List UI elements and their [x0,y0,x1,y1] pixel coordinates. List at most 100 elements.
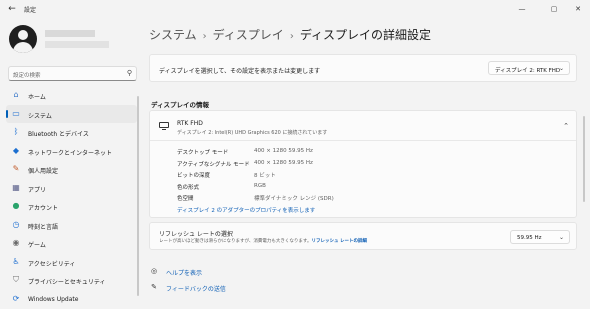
info-row: アクティブなシグナル モード 400 × 1280 59.95 Hz [177,160,557,172]
display-dropdown[interactable]: ディスプレイ 2: RTK FHD ⌄ [488,61,570,75]
info-row-value: 400 × 1280 59.95 Hz [254,159,313,166]
sidebar-nav: ⌂ ホーム ▭ システム ᛒ Bluetooth とデバイス ◆ ネットワークとインターネット… [6,86,137,308]
breadcrumb: システム › ディスプレイ › ディスプレイの詳細設定 [149,26,431,43]
avatar-body-shape [13,42,33,53]
info-row-key: ビットの深度 [177,173,211,179]
sidebar-item-0[interactable]: ⌂ ホーム [6,86,137,105]
home-icon: ⌂ [13,90,19,99]
breadcrumb-system[interactable]: システム [149,28,197,42]
sidebar-item-5[interactable]: ▦ アプリ [6,179,137,198]
display-select-label: ディスプレイを選択して、その設定を表示または変更します [159,68,321,75]
sidebar-item-label: システム [28,112,52,120]
sidebar-item-label: アカウント [28,205,59,212]
info-row-key: アクティブなシグナル モード [177,161,250,168]
sidebar-item-label: Bluetooth とデバイス [28,131,89,138]
sidebar-item-label: ネットワークとインターネット [28,149,113,157]
section-title: ディスプレイの情報 [151,101,210,109]
shield-icon: ⛉ [13,275,19,284]
feedback-icon: ✎ [151,283,157,291]
sidebar-item-label: ホーム [28,94,46,101]
page-title: ディスプレイの詳細設定 [299,28,431,42]
monitor-icon [159,122,169,130]
refresh-rate-value: 59.95 Hz [517,235,542,241]
accessibility-icon: ♿ [12,256,20,266]
sidebar-item-6[interactable]: ● アカウント [6,197,137,216]
info-row: ビットの深度 8 ビット [177,171,557,183]
sidebar-item-3[interactable]: ◆ ネットワークとインターネット [6,142,137,161]
sidebar-item-8[interactable]: ◉ ゲーム [6,234,137,253]
sidebar-item-10[interactable]: ⛉ プライバシーとセキュリティ [6,271,137,290]
wifi-icon: ◆ [12,145,20,155]
close-button[interactable]: ✕ [568,2,588,16]
get-help-label: ヘルプを表示 [166,270,203,277]
display-select-card: ディスプレイを選択して、その設定を表示または変更します ディスプレイ 2: RT… [149,54,577,82]
chevron-right-icon: › [202,31,207,42]
system-icon: ▭ [12,108,20,118]
info-row-key: デスクトップ モード [177,150,229,156]
display-info-header[interactable]: RTK FHD ディスプレイ 2: Intel(R) UHD Graphics … [150,111,576,141]
minimize-button[interactable]: — [512,2,532,16]
display-name: RTK FHD [177,120,203,127]
info-row-key: 色空間 [177,196,194,202]
sidebar-item-label: ゲーム [28,242,46,249]
update-icon: ⟳ [12,293,20,303]
sidebar-item-2[interactable]: ᛒ Bluetooth とデバイス [6,123,137,142]
breadcrumb-display[interactable]: ディスプレイ [213,28,284,42]
info-row: デスクトップ モード 400 × 1280 59.95 Hz [177,148,557,160]
help-icon: ◎ [150,267,158,275]
account-icon: ● [12,201,20,210]
sidebar-item-9[interactable]: ♿ アクセシビリティ [6,253,137,272]
profile-email-redacted [45,41,109,48]
display-info-card: RTK FHD ディスプレイ 2: Intel(R) UHD Graphics … [149,110,577,218]
sidebar-item-label: アプリ [28,186,47,194]
main-scrollbar[interactable] [583,116,585,202]
refresh-rate-dropdown[interactable]: 59.95 Hz ⌄ [510,230,570,244]
chevron-down-icon: ⌄ [558,234,564,241]
chevron-up-icon[interactable]: ⌃ [563,122,569,130]
refresh-rate-title: リフレッシュ レートの選択 [159,231,233,238]
sidebar-item-7[interactable]: ◷ 時刻と言語 [6,216,137,235]
sidebar-item-label: Windows Update [28,295,79,303]
sidebar-item-label: アクセシビリティ [28,260,76,268]
info-row-value: 標準ダイナミック レンジ (SDR) [254,196,334,202]
maximize-button[interactable]: ▢ [544,2,564,16]
display-dropdown-value: ディスプレイ 2: RTK FHD [495,68,561,74]
globe-clock-icon: ◷ [12,219,20,229]
title-bar: ← 設定 — ▢ ✕ [0,0,590,20]
sidebar-item-label: 時刻と言語 [28,223,59,231]
refresh-rate-description-text: レートが高いほど動きは滑らかになりますが、消費電力も大きくなります。 [159,239,312,244]
avatar-head-shape [18,30,28,40]
search-placeholder: 設定の検索 [13,73,41,79]
back-arrow-icon[interactable]: ← [6,3,18,15]
avatar[interactable] [9,25,37,53]
feedback-label: フィードバックの送信 [166,286,226,293]
refresh-rate-card: リフレッシュ レートの選択 レートが高いほど動きは滑らかになりますが、消費電力も… [149,222,577,250]
gamepad-icon: ◉ [12,238,20,247]
display-connection: ディスプレイ 2: Intel(R) UHD Graphics 620 に接続さ… [177,130,328,136]
profile-name-redacted [45,30,95,37]
chevron-right-icon: › [289,31,294,42]
search-input[interactable]: 設定の検索 ⚲ [8,66,137,81]
refresh-rate-details-link[interactable]: リフレッシュ レートの詳細 [311,239,367,244]
info-row-value: 8 ビット [254,173,276,179]
brush-icon: ✎ [12,164,20,173]
sidebar-item-4[interactable]: ✎ 個人用設定 [6,160,137,179]
info-row: 色の形式 RGB [177,183,557,195]
sidebar-item-11[interactable]: ⟳ Windows Update [6,290,137,309]
app-title: 設定 [24,7,37,14]
info-row: 色空間 標準ダイナミック レンジ (SDR) [177,194,557,206]
bluetooth-icon: ᛒ [13,127,19,136]
info-row-key: 色の形式 [177,184,200,191]
info-row-value: 400 × 1280 59.95 Hz [254,148,313,154]
sidebar-item-1[interactable]: ▭ システム [6,104,137,123]
display-info-rows: デスクトップ モード 400 × 1280 59.95 Hz アクティブなシグナル … [177,148,557,206]
adapter-properties-link[interactable]: ディスプレイ 2 のアダプターのプロパティを表示します [177,206,315,214]
search-icon: ⚲ [126,69,132,77]
refresh-rate-description: レートが高いほど動きは滑らかになりますが、消費電力も大きくなります。リフレッシュ… [159,238,367,244]
chevron-down-icon: ⌄ [558,65,564,72]
sidebar-item-label: 個人用設定 [28,168,59,175]
apps-icon: ▦ [12,182,20,192]
sidebar-item-label: プライバシーとセキュリティ [28,279,106,286]
sidebar-scrollbar[interactable] [137,96,139,296]
info-row-value: RGB [254,182,266,189]
